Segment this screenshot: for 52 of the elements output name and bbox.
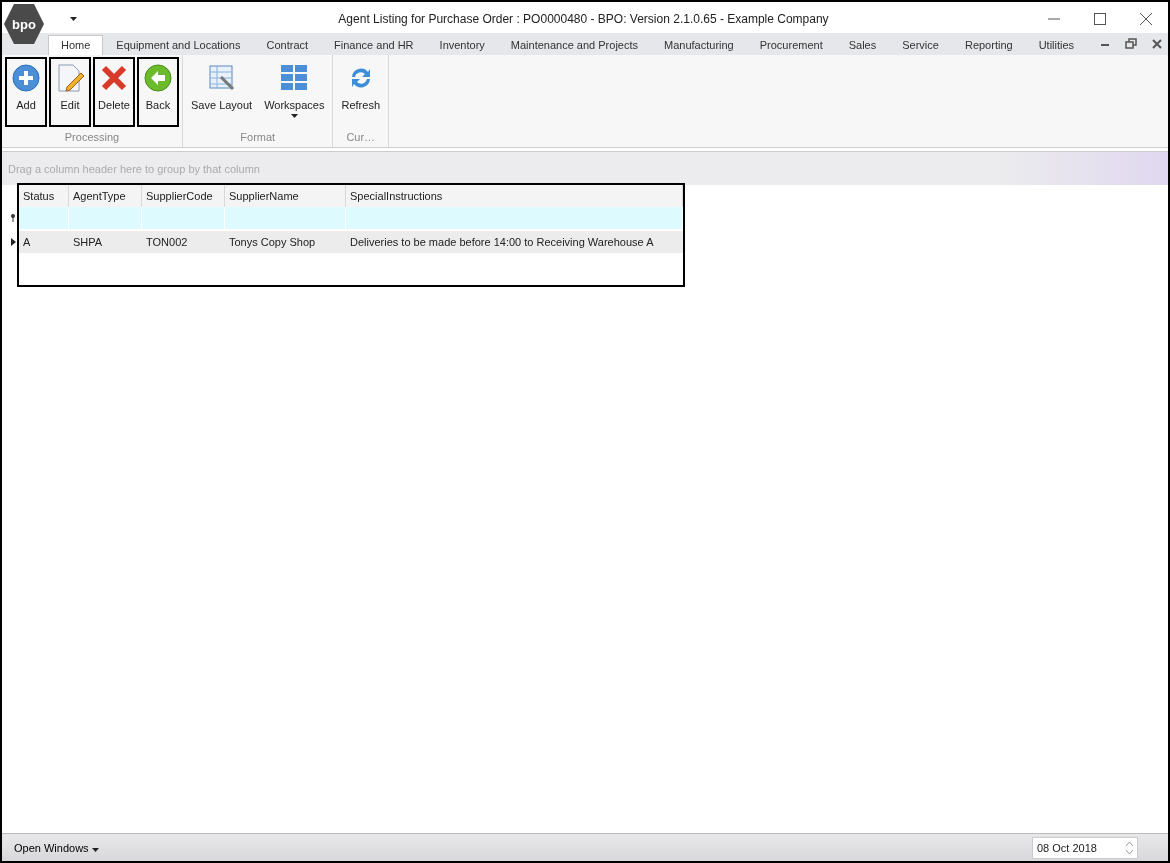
caret-icon — [91, 847, 99, 852]
ribbon-tab[interactable]: Maintenance and Projects — [497, 35, 651, 55]
pencil-page-icon — [55, 63, 85, 93]
ribbon-tab[interactable]: Contract — [253, 35, 322, 55]
table-cell-text: Deliveries to be made before 14:00 to Receiving Warehouse A — [349, 236, 655, 248]
delete-icon — [99, 63, 129, 93]
column-header[interactable]: SpecialInstructions — [346, 185, 683, 207]
ribbon-button[interactable]: Refresh — [336, 57, 385, 127]
column-header[interactable]: AgentType — [69, 185, 142, 207]
column-header[interactable]: SupplierCode — [142, 185, 225, 207]
group-label: Cur… — [345, 130, 377, 145]
filter-pin-icon — [10, 214, 16, 222]
table-cell-text: Tonys Copy Shop — [228, 236, 317, 248]
ribbon-tab[interactable]: Service — [889, 35, 952, 55]
caret-icon[interactable] — [70, 16, 77, 21]
group-label: Format — [239, 130, 277, 145]
table-cell-text: TON002 — [145, 236, 189, 248]
group-by-hint: Drag a column header here to group by that column — [8, 162, 260, 175]
plus-icon — [11, 63, 41, 93]
ribbon-tab[interactable]: Manufacturing — [651, 35, 747, 55]
close-icon[interactable] — [1151, 38, 1164, 50]
close-icon[interactable] — [1138, 10, 1154, 27]
grid-icon — [279, 63, 310, 93]
date-field[interactable]: 08 Oct 2018 — [1032, 836, 1138, 859]
ribbon-tab[interactable]: Finance and HR — [321, 35, 427, 55]
ribbon-tab[interactable]: Reporting — [951, 35, 1026, 55]
ribbon-tab[interactable]: Equipment and Locations — [103, 35, 254, 55]
ribbon-button[interactable]: Delete — [93, 57, 135, 127]
ribbon-tab[interactable]: Home — [48, 35, 104, 55]
spinner-arrows-icon[interactable] — [1126, 840, 1133, 855]
ribbon-tab[interactable]: Inventory — [426, 35, 498, 55]
window-title: Agent Listing for Purchase Order : PO0000480 - BPO: Version 2.1.0.65 - Example Company — [337, 11, 830, 26]
table-wrench-icon — [206, 63, 237, 93]
ribbon-button[interactable]: Add — [5, 57, 47, 127]
ribbon-button[interactable]: Save Layout — [186, 57, 258, 127]
ribbon-tab[interactable]: Procurement — [746, 35, 836, 55]
ribbon-button[interactable]: Workspaces — [259, 57, 330, 127]
open-windows-button[interactable]: Open Windows — [8, 840, 105, 855]
caret-icon — [290, 114, 298, 118]
column-header[interactable]: SupplierName — [225, 185, 346, 207]
group-label: Processing — [63, 130, 121, 145]
app-logo: bpo — [4, 4, 44, 44]
maximize-icon[interactable] — [1092, 10, 1108, 27]
column-header[interactable]: Status — [19, 185, 69, 207]
ribbon-tab[interactable]: Sales — [835, 35, 890, 55]
table-cell-text: A — [22, 236, 32, 248]
ribbon-button[interactable]: Back — [137, 57, 179, 127]
ribbon-button[interactable]: Edit — [49, 57, 91, 127]
row-indicator-icon — [10, 238, 16, 246]
restore-icon[interactable] — [1125, 38, 1138, 50]
ribbon-tab[interactable]: Utilities — [1025, 35, 1088, 55]
table-cell-text: SHPA — [72, 236, 104, 248]
